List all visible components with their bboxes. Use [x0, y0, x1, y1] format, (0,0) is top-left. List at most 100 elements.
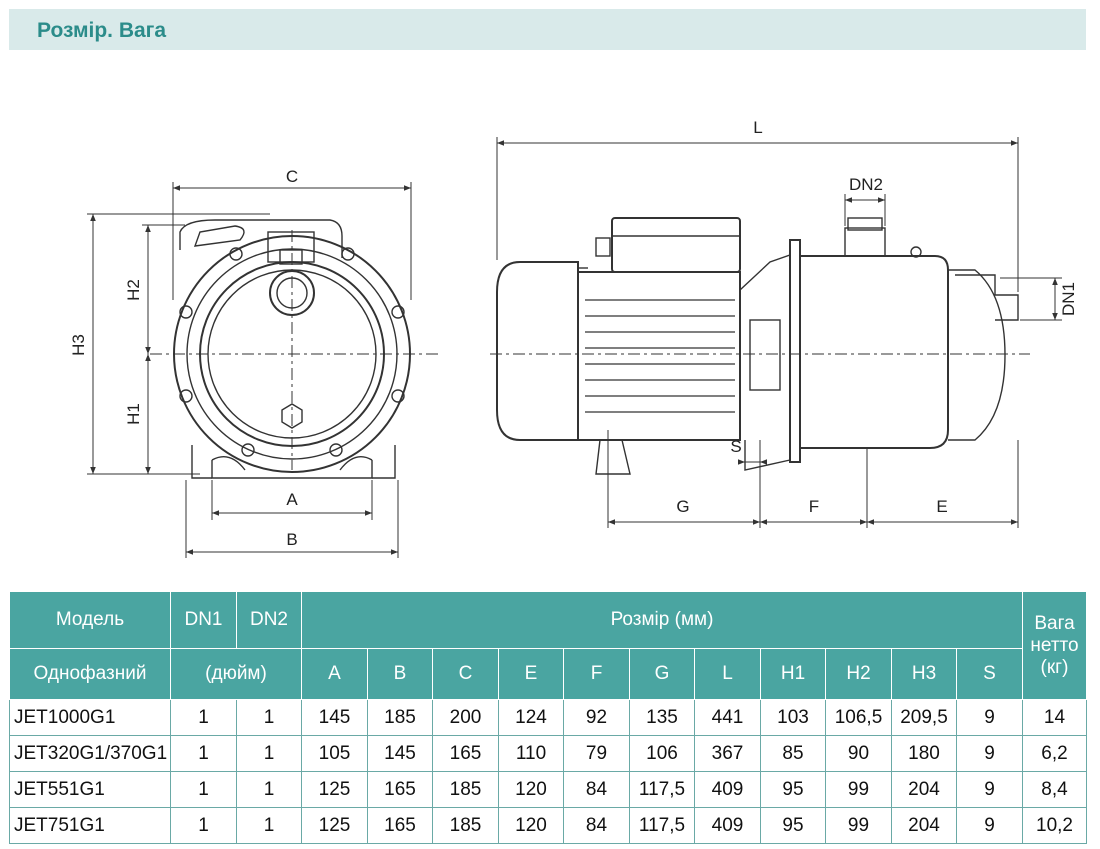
- dim-label-h1: H1: [124, 403, 143, 425]
- cell-weight: 8,4: [1022, 771, 1087, 808]
- cell-h1: 103: [760, 699, 826, 736]
- cell-dn2: 1: [236, 699, 302, 736]
- col-header-b: B: [367, 648, 433, 700]
- spec-table: Модель DN1 DN2 Розмір (мм) Вага нетто (к…: [9, 591, 1087, 844]
- cell-h1: 85: [760, 735, 826, 772]
- col-header-weight: Вага нетто (кг): [1022, 591, 1087, 700]
- col-header-s: S: [956, 648, 1023, 700]
- table-subheader-row: Однофазний (дюйм) A B C E F G L H1 H2 H3…: [9, 648, 1087, 700]
- cell-b: 145: [367, 735, 433, 772]
- cell-g: 117,5: [629, 807, 695, 844]
- cell-g: 117,5: [629, 771, 695, 808]
- weight-label-line2: нетто: [1030, 634, 1079, 656]
- cell-e: 120: [498, 807, 564, 844]
- cell-l: 409: [694, 807, 761, 844]
- dim-label-dn1: DN1: [1059, 282, 1078, 316]
- cell-h2: 99: [825, 771, 892, 808]
- dim-label-b: B: [286, 530, 297, 549]
- cell-g: 106: [629, 735, 695, 772]
- col-header-model: Модель: [9, 591, 171, 649]
- cell-weight: 14: [1022, 699, 1087, 736]
- cell-h2: 99: [825, 807, 892, 844]
- cell-a: 105: [301, 735, 368, 772]
- col-header-a: A: [301, 648, 368, 700]
- cell-e: 124: [498, 699, 564, 736]
- col-header-dn1: DN1: [170, 591, 237, 649]
- cell-h3: 180: [891, 735, 957, 772]
- dim-label-h2: H2: [124, 279, 143, 301]
- col-header-g: G: [629, 648, 695, 700]
- table-row: JET751G1 1 1 125 165 185 120 84 117,5 40…: [9, 807, 1087, 844]
- cell-f: 84: [563, 771, 630, 808]
- cell-dn2: 1: [236, 807, 302, 844]
- cell-f: 84: [563, 807, 630, 844]
- front-view: [150, 219, 440, 479]
- dim-label-dn2: DN2: [849, 175, 883, 194]
- cell-g: 135: [629, 699, 695, 736]
- cell-h1: 95: [760, 807, 826, 844]
- cell-model: JET551G1: [9, 771, 171, 808]
- cell-l: 409: [694, 771, 761, 808]
- dim-label-c: C: [286, 167, 298, 186]
- cell-a: 145: [301, 699, 368, 736]
- dim-label-a: A: [286, 490, 298, 509]
- cell-b: 165: [367, 807, 433, 844]
- cell-h3: 204: [891, 771, 957, 808]
- cell-l: 367: [694, 735, 761, 772]
- table-row: JET320G1/370G1 1 1 105 145 165 110 79 10…: [9, 735, 1087, 772]
- cell-dn1: 1: [170, 807, 237, 844]
- col-header-c: C: [432, 648, 499, 700]
- table-header-row: Модель DN1 DN2 Розмір (мм) Вага нетто (к…: [9, 591, 1087, 700]
- weight-label-unit: (кг): [1040, 656, 1069, 678]
- col-header-l: L: [694, 648, 761, 700]
- cell-a: 125: [301, 807, 368, 844]
- cell-e: 120: [498, 771, 564, 808]
- cell-c: 185: [432, 807, 499, 844]
- cell-c: 165: [432, 735, 499, 772]
- cell-e: 110: [498, 735, 564, 772]
- cell-s: 9: [956, 807, 1023, 844]
- pump-dimension-drawing: C H3 H2 H1 A B L DN2 DN1 S G F E: [69, 118, 1078, 558]
- cell-model: JET751G1: [9, 807, 171, 844]
- cell-s: 9: [956, 771, 1023, 808]
- cell-f: 92: [563, 699, 630, 736]
- section-title: Розмір. Вага: [37, 19, 167, 42]
- col-header-h2: H2: [825, 648, 892, 700]
- cell-b: 165: [367, 771, 433, 808]
- weight-label-line1: Вага: [1034, 612, 1075, 634]
- cell-h3: 204: [891, 807, 957, 844]
- col-header-h1: H1: [760, 648, 826, 700]
- cell-dn1: 1: [170, 699, 237, 736]
- cell-c: 185: [432, 771, 499, 808]
- cell-dn2: 1: [236, 771, 302, 808]
- table-row: JET551G1 1 1 125 165 185 120 84 117,5 40…: [9, 771, 1087, 808]
- dim-label-g: G: [676, 497, 689, 516]
- col-header-inch: (дюйм): [170, 648, 302, 700]
- cell-f: 79: [563, 735, 630, 772]
- col-header-dn2: DN2: [236, 591, 302, 649]
- cell-weight: 10,2: [1022, 807, 1087, 844]
- cell-model: JET320G1/370G1: [9, 735, 171, 772]
- cell-a: 125: [301, 771, 368, 808]
- dim-label-f: F: [809, 497, 819, 516]
- dim-label-h3: H3: [69, 334, 88, 356]
- cell-s: 9: [956, 699, 1023, 736]
- col-header-h3: H3: [891, 648, 957, 700]
- col-header-f: F: [563, 648, 630, 700]
- front-view-dimensions: [87, 182, 412, 558]
- cell-l: 441: [694, 699, 761, 736]
- cell-dn2: 1: [236, 735, 302, 772]
- cell-h2: 106,5: [825, 699, 892, 736]
- table-row: JET1000G1 1 1 145 185 200 124 92 135 441…: [9, 699, 1087, 736]
- dim-label-l: L: [753, 118, 762, 137]
- col-header-single-phase: Однофазний: [9, 648, 171, 700]
- cell-h2: 90: [825, 735, 892, 772]
- dim-label-s: S: [730, 437, 741, 456]
- side-view: [490, 217, 1030, 475]
- cell-s: 9: [956, 735, 1023, 772]
- cell-b: 185: [367, 699, 433, 736]
- cell-h1: 95: [760, 771, 826, 808]
- col-header-size: Розмір (мм): [301, 591, 1023, 649]
- section-header: Розмір. Вага: [9, 9, 1086, 50]
- cell-dn1: 1: [170, 771, 237, 808]
